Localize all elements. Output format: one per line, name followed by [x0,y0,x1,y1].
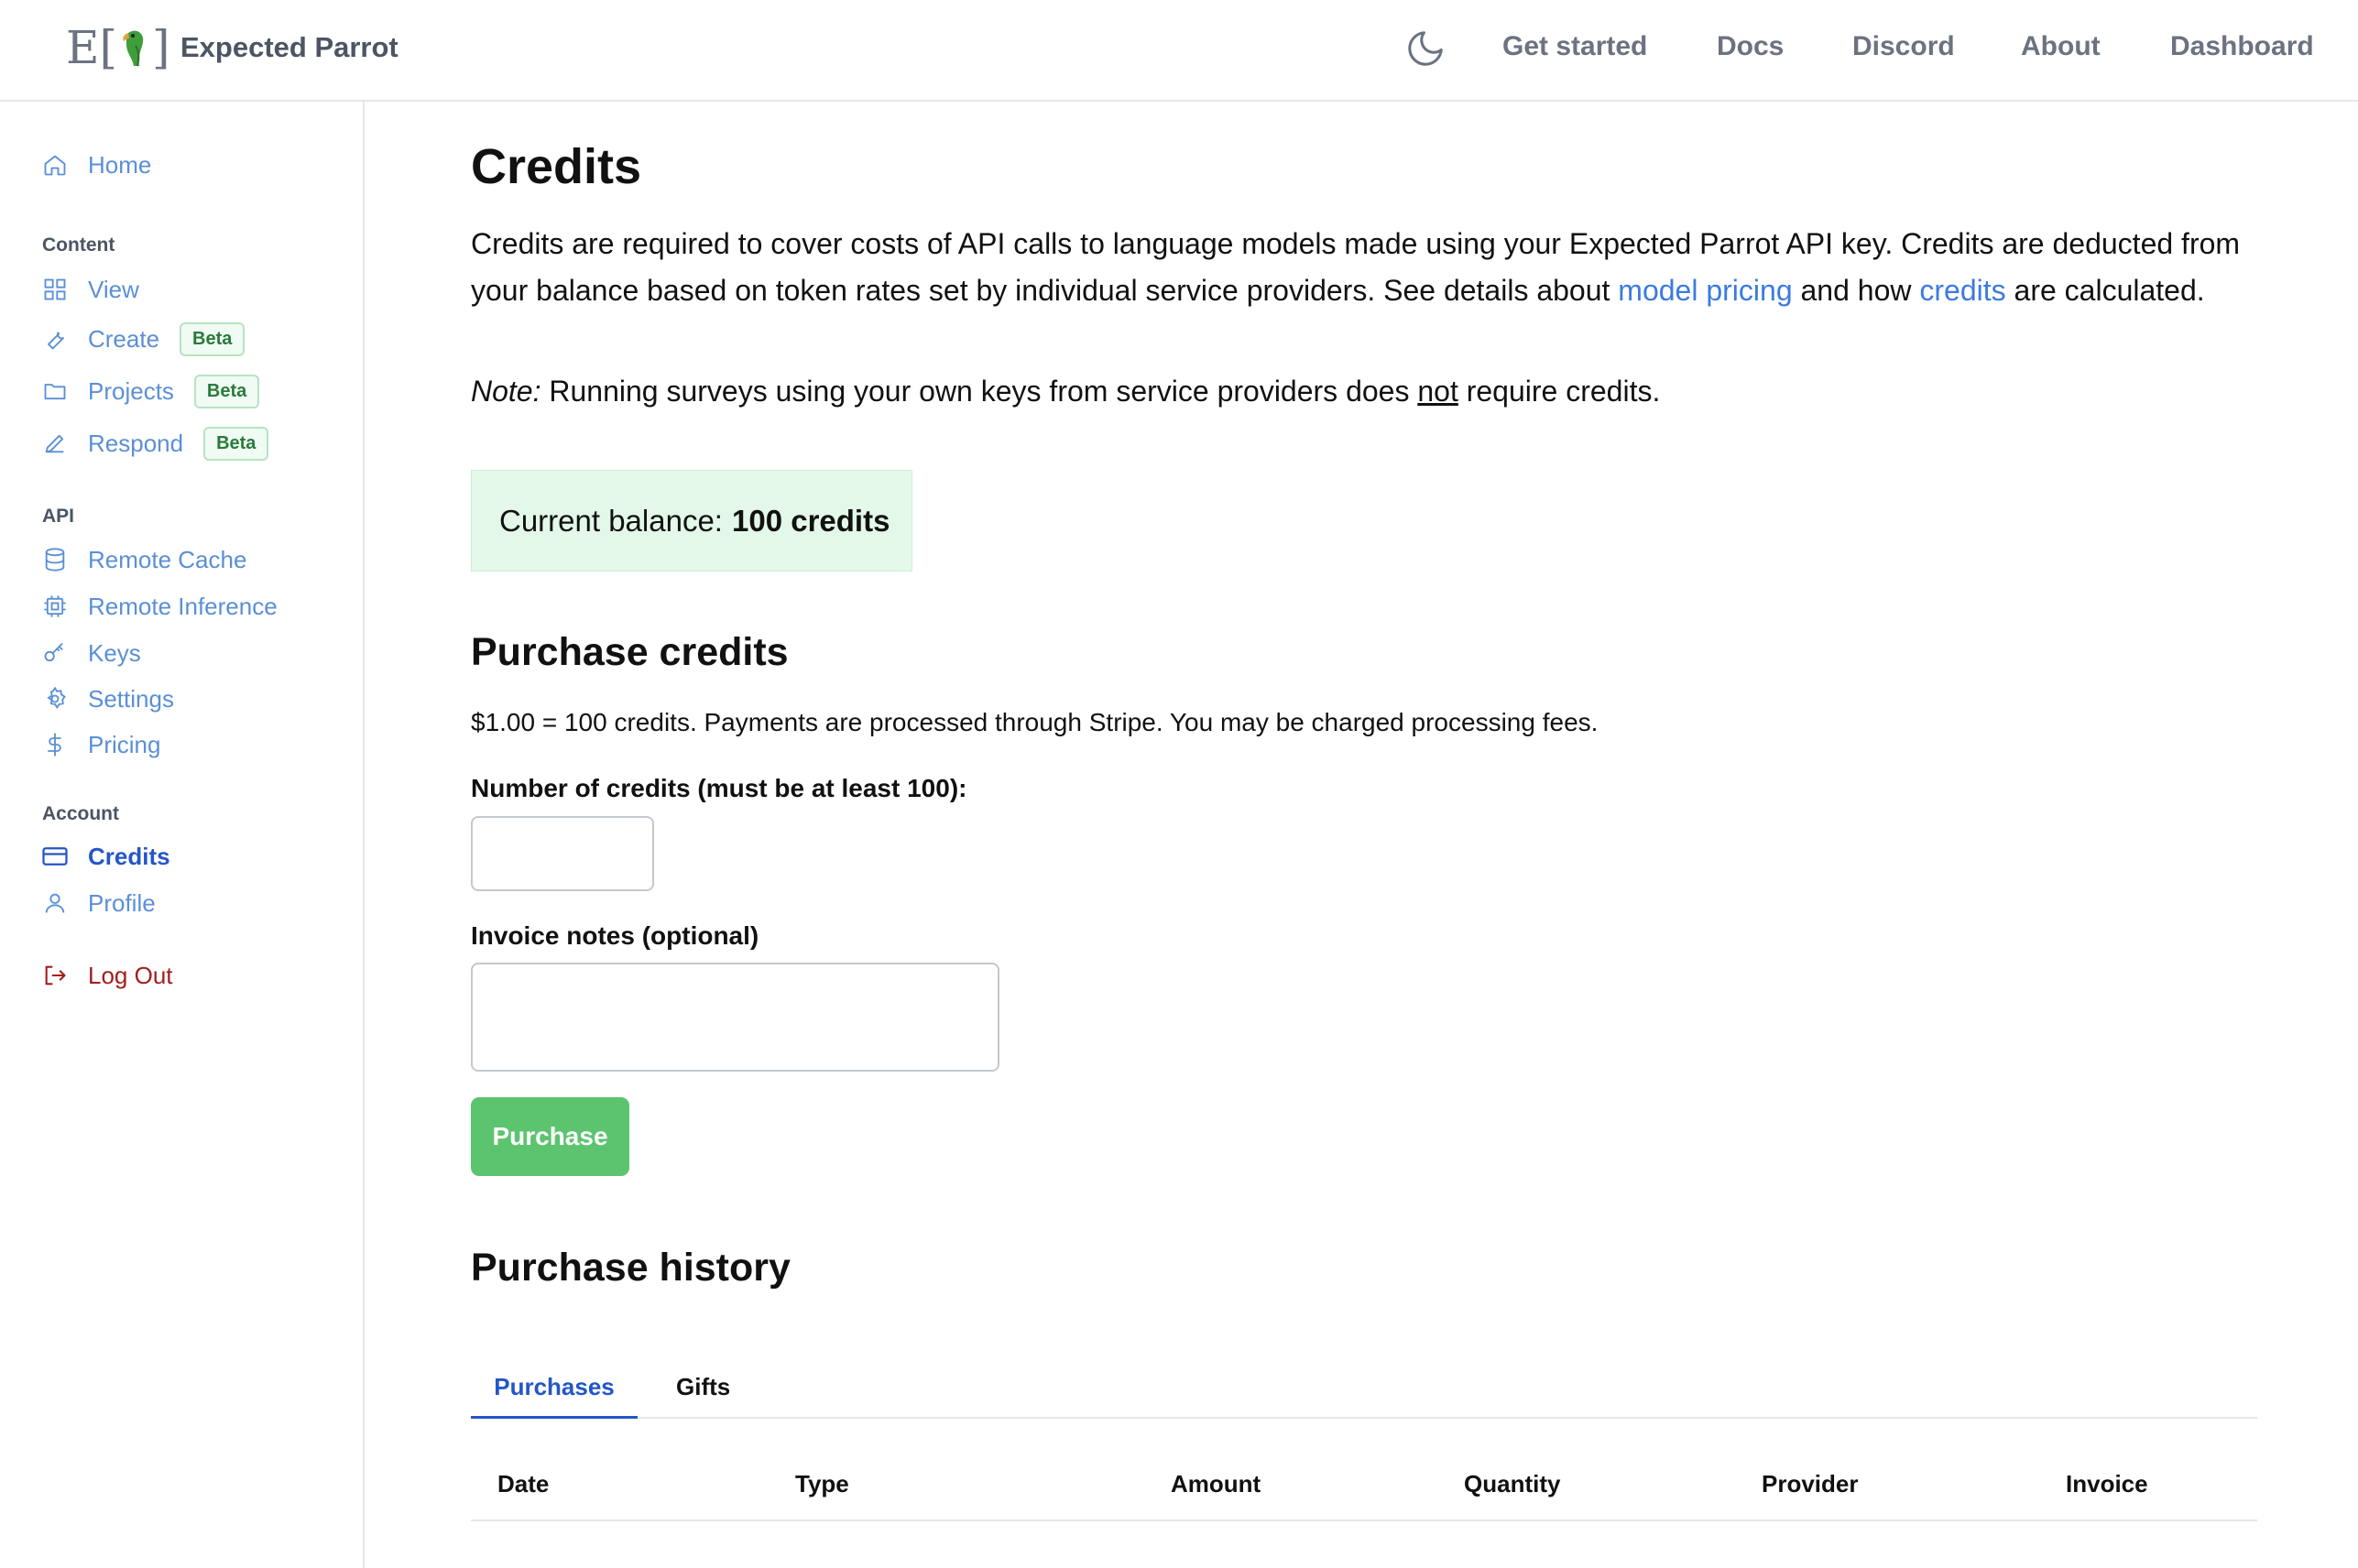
sidebar-item-label: Log Out [88,961,173,989]
sidebar-item-remote-inference[interactable]: Remote Inference [40,588,278,625]
nav-about[interactable]: About [2021,31,2101,62]
pencil-icon [40,429,70,458]
nav-discord[interactable]: Discord [1852,31,1955,62]
moon-icon[interactable] [1404,27,1446,74]
invoice-notes-input[interactable] [471,963,999,1072]
nav-get-started[interactable]: Get started [1502,31,1647,62]
section-content-heading: Content [42,234,115,256]
sidebar-item-label: Pricing [88,730,161,758]
intro-paragraph: Credits are required to cover costs of A… [471,227,2241,307]
column-amount: Amount [1171,1470,1261,1497]
purchase-credits-heading: Purchase credits [471,630,789,674]
parrot-icon [123,30,144,67]
model-pricing-link[interactable]: model pricing [1618,274,1792,307]
cpu-icon [40,592,70,621]
sidebar-item-label: Profile [88,888,156,917]
sidebar-item-label: Keys [88,638,141,667]
balance-value: 100 credits [731,503,890,538]
tab-purchases[interactable]: Purchases [471,1356,638,1419]
credits-link[interactable]: credits [1919,274,2005,307]
column-provider: Provider [1762,1470,1859,1497]
sidebar-item-create[interactable]: Create Beta [40,321,246,357]
sidebar-item-settings[interactable]: Settings [40,681,174,717]
page-title: Credits [471,139,642,194]
history-tabs: Purchases Gifts [471,1356,2257,1419]
tab-gifts[interactable]: Gifts [676,1356,730,1419]
sidebar-item-logout[interactable]: Log Out [40,957,173,994]
dollar-icon [40,730,70,759]
column-quantity: Quantity [1464,1470,1561,1497]
balance-label: Current balance: [499,503,723,538]
home-icon [40,150,70,180]
credit-card-icon [40,842,70,871]
logo[interactable]: E [ ] [66,21,170,74]
purchase-button[interactable]: Purchase [471,1097,629,1176]
grid-icon [40,275,70,304]
beta-badge: Beta [180,321,246,356]
current-balance-box: Current balance: 100 credits [471,470,912,572]
nav-docs[interactable]: Docs [1717,31,1784,62]
nav-dashboard[interactable]: Dashboard [2170,31,2314,62]
column-type: Type [795,1470,849,1497]
section-account-heading: Account [42,803,119,824]
sidebar-item-home[interactable]: Home [40,147,151,183]
sidebar-item-label: Create [88,324,160,353]
sidebar-item-keys[interactable]: Keys [40,635,141,671]
sidebar-item-profile[interactable]: Profile [40,885,156,921]
gear-icon [40,684,70,713]
database-icon [40,545,70,574]
note-paragraph: Note: Running surveys using your own key… [471,375,1661,408]
wrench-icon [40,324,70,354]
invoice-notes-label: Invoice notes (optional) [471,921,759,950]
history-table-header: Date Type Amount Quantity Provider Invoi… [471,1448,2257,1521]
credits-input[interactable] [471,816,654,891]
logo-letter: E [66,21,100,74]
credits-field-label: Number of credits (must be at least 100)… [471,774,967,802]
column-date: Date [497,1470,550,1497]
credit-rate-text: $1.00 = 100 credits. Payments are proces… [471,708,1599,736]
sidebar-item-label: Home [88,150,152,179]
sidebar-item-label: Remote Inference [88,592,278,620]
sidebar-item-label: Credits [88,842,170,870]
sidebar: Home Content View Create Beta Projects B… [0,102,365,1568]
folder-icon [40,376,70,406]
user-icon [40,888,70,918]
sidebar-item-credits[interactable]: Credits [40,838,170,875]
sidebar-item-label: View [88,275,139,303]
sidebar-item-pricing[interactable]: Pricing [40,726,160,763]
beta-badge: Beta [203,426,269,461]
sidebar-item-label: Settings [88,684,174,713]
sidebar-item-label: Remote Cache [88,545,247,573]
sidebar-item-respond[interactable]: Respond Beta [40,425,269,462]
beta-badge: Beta [193,374,260,408]
purchase-history-heading: Purchase history [471,1246,791,1290]
key-icon [40,638,70,668]
top-navbar: E [ ] Expected Parrot Get started Docs D… [0,0,2358,102]
sidebar-item-projects[interactable]: Projects Beta [40,373,260,409]
sidebar-item-label: Projects [88,376,174,405]
logout-icon [40,961,70,990]
brand-name[interactable]: Expected Parrot [180,31,398,64]
column-invoice: Invoice [2066,1470,2148,1497]
sidebar-item-remote-cache[interactable]: Remote Cache [40,541,246,578]
sidebar-item-view[interactable]: View [40,271,139,308]
sidebar-item-label: Respond [88,429,184,457]
section-api-heading: API [42,506,75,527]
